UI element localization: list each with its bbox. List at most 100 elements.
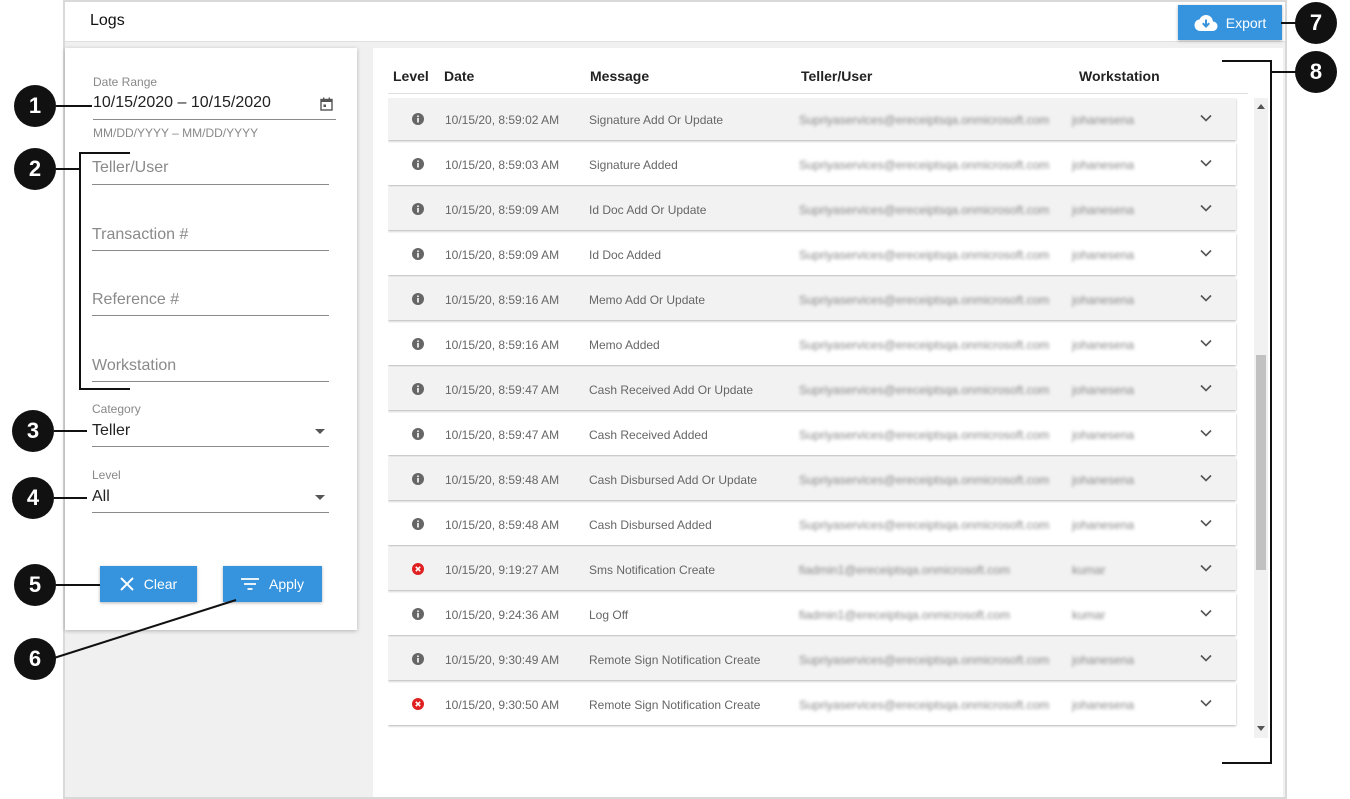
callout-line: [53, 599, 237, 659]
row-teller-user: fiadmin1@ereceiptsqa.onmicrosoft.com: [799, 563, 1010, 577]
column-header-teller-user[interactable]: Teller/User: [801, 68, 872, 84]
log-row[interactable]: 10/15/20, 8:59:47 AM Cash Received Add Or…: [388, 368, 1236, 410]
log-row[interactable]: 10/15/20, 9:19:27 AM Sms Notification Cre…: [388, 548, 1236, 590]
log-row[interactable]: 10/15/20, 8:59:16 AM Memo Added Supriyaser…: [388, 323, 1236, 365]
teller-user-underline: [92, 184, 329, 185]
date-range-input[interactable]: 10/15/2020 – 10/15/2020: [93, 94, 271, 112]
category-underline: [92, 446, 329, 447]
log-row[interactable]: 10/15/20, 8:59:48 AM Cash Disbursed Added…: [388, 503, 1236, 545]
row-teller-user: Supriyaservices@ereceiptsqa.onmicrosoft.…: [799, 473, 1050, 487]
row-workstation: johanesena: [1072, 428, 1135, 442]
row-date: 10/15/20, 8:59:47 AM: [445, 383, 560, 397]
row-message: Id Doc Added: [589, 248, 662, 262]
log-row[interactable]: 10/15/20, 9:30:49 AM Remote Sign Notifica…: [388, 638, 1236, 680]
row-date: 10/15/20, 8:59:16 AM: [445, 293, 560, 307]
teller-user-field[interactable]: Teller/User: [92, 159, 168, 177]
category-select[interactable]: Teller: [92, 422, 130, 440]
export-button[interactable]: Export: [1178, 5, 1282, 40]
callout-line: [56, 105, 92, 107]
scroll-up-arrow-icon[interactable]: [1257, 104, 1265, 109]
callout-line: [56, 168, 80, 170]
transaction-field[interactable]: Transaction #: [92, 226, 188, 244]
chevron-down-icon[interactable]: [1200, 294, 1212, 302]
info-icon: [412, 203, 424, 215]
chevron-down-icon[interactable]: [1200, 699, 1212, 707]
level-select[interactable]: All: [92, 488, 110, 506]
row-message: Remote Sign Notification Create: [589, 653, 761, 667]
chevron-down-icon[interactable]: [1200, 384, 1212, 392]
reference-underline: [92, 315, 329, 316]
row-teller-user: Supriyaservices@ereceiptsqa.onmicrosoft.…: [799, 338, 1050, 352]
page-header: [65, 2, 1285, 42]
row-workstation: johanesena: [1072, 338, 1135, 352]
row-workstation: kumar: [1072, 608, 1106, 622]
category-label: Category: [92, 402, 141, 416]
reference-field[interactable]: Reference #: [92, 291, 179, 309]
callout-line: [56, 584, 100, 586]
chevron-down-icon[interactable]: [1200, 339, 1212, 347]
row-workstation: johanesena: [1072, 248, 1135, 262]
chevron-down-icon[interactable]: [1200, 429, 1212, 437]
chevron-down-icon[interactable]: [1200, 114, 1212, 122]
chevron-down-icon[interactable]: [1200, 519, 1212, 527]
callout-badge: 1: [14, 85, 56, 127]
row-date: 10/15/20, 8:59:02 AM: [445, 113, 560, 127]
row-workstation: kumar: [1072, 563, 1106, 577]
info-icon: [412, 158, 424, 170]
workstation-field[interactable]: Workstation: [92, 357, 176, 375]
page-title: Logs: [90, 12, 125, 29]
log-row[interactable]: 10/15/20, 8:59:16 AM Memo Add Or Update Su…: [388, 278, 1236, 320]
callout-bracket: [79, 388, 130, 390]
scrollbar[interactable]: [1254, 98, 1268, 738]
row-teller-user: Supriyaservices@ereceiptsqa.onmicrosoft.…: [799, 203, 1050, 217]
clear-label: Clear: [143, 576, 178, 592]
close-icon: [120, 577, 134, 591]
chevron-down-icon[interactable]: [1200, 609, 1212, 617]
calendar-icon[interactable]: [320, 97, 333, 111]
log-list: 10/15/20, 8:59:02 AM Signature Add Or Upd…: [388, 98, 1238, 738]
chevron-down-icon[interactable]: [1200, 474, 1212, 482]
scroll-down-arrow-icon[interactable]: [1257, 726, 1265, 731]
log-row[interactable]: 10/15/20, 8:59:09 AM Id Doc Added Supriyas…: [388, 233, 1236, 275]
log-row[interactable]: 10/15/20, 9:24:36 AM Log Off fiadmin1@erec…: [388, 593, 1236, 635]
row-date: 10/15/20, 8:59:48 AM: [445, 518, 560, 532]
log-row[interactable]: 10/15/20, 8:59:09 AM Id Doc Add Or Update…: [388, 188, 1236, 230]
level-underline: [92, 512, 329, 513]
row-workstation: johanesena: [1072, 203, 1135, 217]
row-teller-user: Supriyaservices@ereceiptsqa.onmicrosoft.…: [799, 113, 1050, 127]
level-dropdown-icon[interactable]: [315, 495, 325, 500]
scrollbar-thumb[interactable]: [1256, 355, 1266, 570]
chevron-down-icon[interactable]: [1200, 249, 1212, 257]
chevron-down-icon[interactable]: [1200, 564, 1212, 572]
row-date: 10/15/20, 8:59:47 AM: [445, 428, 560, 442]
filter-icon: [240, 578, 259, 590]
row-workstation: johanesena: [1072, 518, 1135, 532]
info-icon: [412, 518, 424, 530]
column-header-workstation[interactable]: Workstation: [1079, 68, 1160, 84]
row-teller-user: Supriyaservices@ereceiptsqa.onmicrosoft.…: [799, 428, 1050, 442]
column-header-date[interactable]: Date: [444, 68, 474, 84]
row-workstation: johanesena: [1072, 653, 1135, 667]
row-message: Memo Added: [589, 338, 660, 352]
info-icon: [412, 293, 424, 305]
log-row[interactable]: 10/15/20, 8:59:48 AM Cash Disbursed Add O…: [388, 458, 1236, 500]
transaction-underline: [92, 250, 329, 251]
log-row[interactable]: 10/15/20, 9:30:50 AM Remote Sign Notifica…: [388, 683, 1236, 725]
log-row[interactable]: 10/15/20, 8:59:02 AM Signature Add Or Upd…: [388, 98, 1236, 140]
callout-bracket: [79, 152, 130, 154]
callout-line: [1270, 71, 1297, 73]
category-dropdown-icon[interactable]: [315, 429, 325, 434]
chevron-down-icon[interactable]: [1200, 204, 1212, 212]
chevron-down-icon[interactable]: [1200, 159, 1212, 167]
chevron-down-icon[interactable]: [1200, 654, 1212, 662]
log-row[interactable]: 10/15/20, 8:59:03 AM Signature Added Supri…: [388, 143, 1236, 185]
callout-badge: 2: [14, 148, 56, 190]
column-header-message[interactable]: Message: [590, 68, 649, 84]
column-header-level[interactable]: Level: [393, 68, 429, 84]
row-message: Cash Disbursed Add Or Update: [589, 473, 758, 487]
callout-bracket: [1222, 762, 1272, 764]
log-row[interactable]: 10/15/20, 8:59:47 AM Cash Received Added S…: [388, 413, 1236, 455]
row-date: 10/15/20, 8:59:16 AM: [445, 338, 560, 352]
callout-line: [54, 430, 87, 432]
row-message: Signature Add Or Update: [589, 113, 724, 127]
